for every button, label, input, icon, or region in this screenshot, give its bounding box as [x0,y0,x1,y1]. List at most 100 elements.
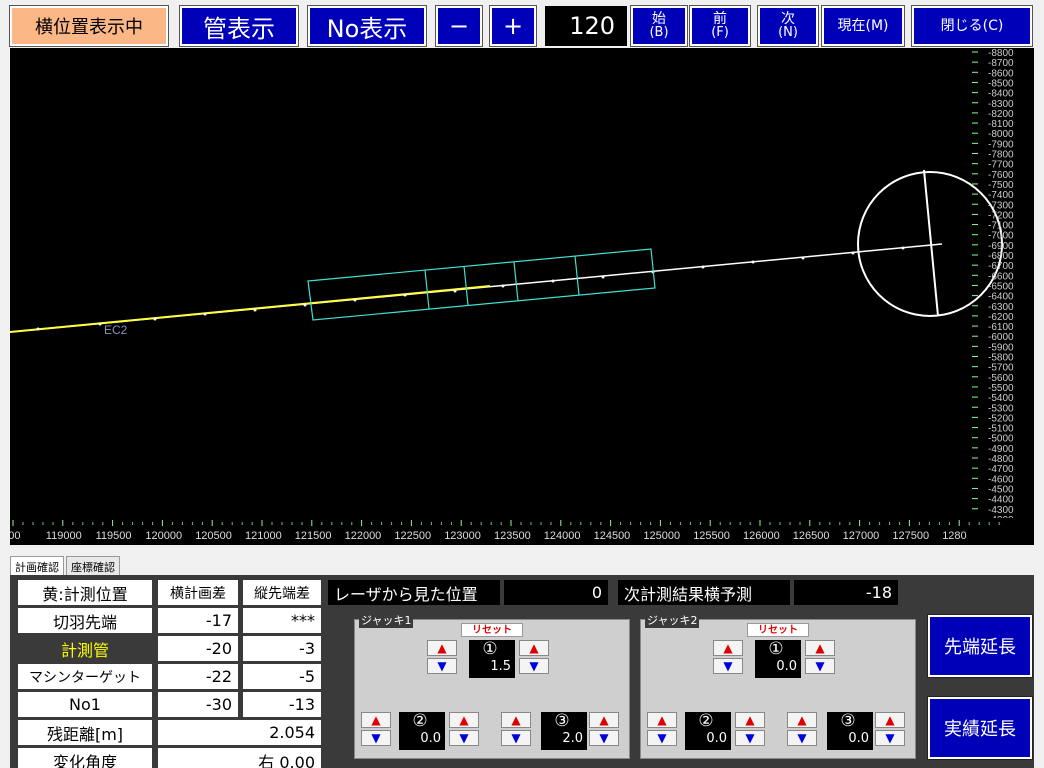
jack1-u3-right-up[interactable]: ▲ [589,712,619,728]
route-point [851,251,855,255]
jack2-u3-right-up[interactable]: ▲ [875,712,905,728]
row-pipe-h: -20 [158,636,238,661]
jack1-unit3-num: ③ [554,711,570,731]
route-point [353,298,357,302]
jack1-u2-right-up[interactable]: ▲ [449,712,479,728]
route-point [403,293,407,297]
jack1-u3-left-down[interactable]: ▼ [501,730,531,746]
zoom-in-button[interactable]: + [489,5,537,47]
row-no1-h: -30 [158,692,238,717]
actual-extend-button[interactable]: 実績延長 [927,696,1033,760]
row-pipe-v: -3 [243,636,321,661]
route-point [98,322,102,326]
jack1-u3-left-up[interactable]: ▲ [501,712,531,728]
laser-position-value: 0 [504,580,608,605]
jack2-u2-right-up[interactable]: ▲ [735,712,765,728]
route-point [601,275,605,279]
header-measure-position: 黄:計測位置 [18,580,152,605]
pipe-joint [463,265,469,306]
jack1-u2-left-up[interactable]: ▲ [361,712,391,728]
jack2-u1-right-up[interactable]: ▲ [805,640,835,656]
jack1-unit1-display: ① 1.5 [469,640,515,678]
row-face-v: *** [243,608,321,633]
remaining-distance-label: 残距離[m] [18,720,152,745]
route-point [203,312,207,316]
x-tick-label: 8500 [10,530,20,542]
jack2-u2-left-down[interactable]: ▼ [647,730,677,746]
route-point [751,260,755,264]
jack1-u2-left-down[interactable]: ▼ [361,730,391,746]
route-point [701,265,705,269]
jack1-unit1-value: 1.5 [490,659,511,674]
next-button[interactable]: 次 (N) [757,5,819,47]
shaft-axis [923,169,939,317]
jack2-unit2-num: ② [698,711,714,731]
jack1-unit1-num: ① [482,639,498,659]
row-label-no1: No1 [18,692,152,717]
row-target-v: -5 [243,664,321,689]
jack2-unit3-value: 0.0 [848,731,869,746]
pipe-display-label: 管表示 [203,14,275,43]
jack2-u3-left-down[interactable]: ▼ [787,730,817,746]
jack2-u1-right-down[interactable]: ▼ [805,658,835,674]
jack2-reset-button[interactable]: リセット [747,623,809,637]
display-mode-button[interactable]: 横位置表示中 [9,5,169,47]
jack1-title: ジャッキ1 [359,612,414,628]
jack1-u3-right-down[interactable]: ▼ [589,730,619,746]
x-tick-label: 125500 [693,530,730,542]
route-point [36,327,40,331]
measurement-panel: 黄:計測位置 横計画差 縦先端差 切羽先端 -17 *** 計測管 -20 -3… [10,575,1034,768]
x-tick-label: 124500 [594,530,631,542]
x-tick-label: 120000 [145,530,182,542]
scale-value: 120 [569,12,615,40]
change-angle-label: 変化角度 [18,748,152,768]
jack1-u1-right-up[interactable]: ▲ [519,640,549,656]
row-target-h: -22 [158,664,238,689]
shaft-circle [857,171,1003,317]
actual-extend-label: 実績延長 [944,719,1016,740]
jack1-u2-right-down[interactable]: ▼ [449,730,479,746]
jack2-u3-right-down[interactable]: ▼ [875,730,905,746]
jack2-unit1-display: ① 0.0 [755,640,801,678]
tab-plan-check[interactable]: 計画確認 [10,556,64,576]
header-vertical-diff: 縦先端差 [243,580,321,605]
row-label-machine-target: マシンターゲット [18,664,152,689]
jack2-u3-left-up[interactable]: ▲ [787,712,817,728]
remaining-distance-value: 2.054 [158,720,321,745]
jack2-u2-left-up[interactable]: ▲ [647,712,677,728]
zoom-out-button[interactable]: − [435,5,483,47]
next-prediction-value: -18 [794,580,898,605]
row-no1-v: -13 [243,692,321,717]
jack2-u2-right-down[interactable]: ▼ [735,730,765,746]
pipe-display-button[interactable]: 管表示 [179,5,299,47]
jack1-u1-left-down[interactable]: ▼ [427,658,457,674]
pipe-joint [574,255,580,296]
close-label: 閉じる(C) [940,18,1004,34]
tip-extend-label: 先端延長 [944,637,1016,658]
pipe-joint [424,269,430,310]
jack2-u1-left-up[interactable]: ▲ [713,640,743,656]
jack2-unit3-display: ③ 0.0 [827,712,873,750]
jack1-reset-button[interactable]: リセット [461,623,523,637]
close-button[interactable]: 閉じる(C) [911,5,1033,47]
change-angle-value: 右 0.00 [158,748,321,768]
start-button[interactable]: 始 (B) [630,5,688,47]
jack1-u1-right-down[interactable]: ▼ [519,658,549,674]
jack1-u1-left-up[interactable]: ▲ [427,640,457,656]
y-axis-ruler: -8800-8700-8600-8500-8400-8300-8200-8100… [972,48,1014,526]
position-plot-canvas[interactable]: EC2 -8800 -8700 -8600 -8500 -8400 -8300 -8200-… [10,48,1034,545]
route-point [303,303,307,307]
current-button[interactable]: 現在(M) [821,5,905,47]
current-label: 現在(M) [837,18,889,34]
jack2-u1-left-down[interactable]: ▼ [713,658,743,674]
no-display-button[interactable]: No表示 [307,5,427,47]
tab-coordinate-check[interactable]: 座標確認 [66,556,120,576]
minus-label: − [448,12,470,40]
x-tick-label: 123500 [494,530,531,542]
x-tick-label: 121000 [245,530,282,542]
prev-button[interactable]: 前 (F) [689,5,751,47]
x-tick-label: 124000 [544,530,581,542]
tip-extend-button[interactable]: 先端延長 [927,614,1033,678]
x-tick-label: 127500 [892,530,929,542]
scale-value-display: 120 [545,6,627,46]
